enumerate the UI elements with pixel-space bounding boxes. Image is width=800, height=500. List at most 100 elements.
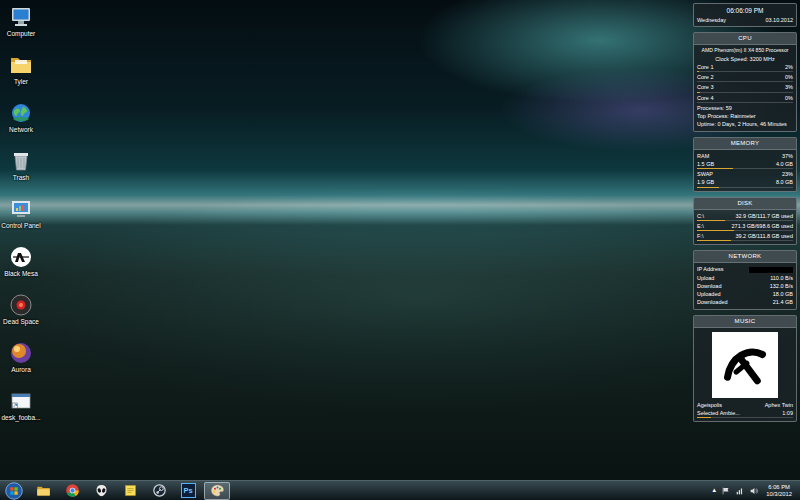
dead-space-icon [9,293,33,317]
desktop-icon-label[interactable]: Dead Space [2,317,40,326]
taskbar-time[interactable]: 6:06 PM [766,484,792,491]
music-progress-fill [697,417,711,418]
network-row: Downloaded21.4 GB [697,298,793,306]
steam-icon [152,483,167,498]
photoshop-icon[interactable]: Ps [181,483,196,498]
album-art [712,332,778,398]
memory-amount-value: 8.0 GB [776,178,793,186]
desktop[interactable]: Computer Tyler Network Trash Control Panel Bl… [0,0,800,500]
memory-bar-fill [697,168,733,169]
network-icon [9,101,33,125]
cpu-widget: CPUAMD Phenom(tm) II X4 850 ProcessorClo… [693,32,797,132]
memory-amount-value: 4.0 GB [776,160,793,168]
widget-title: MEMORY [694,138,796,150]
alien-icon [94,483,109,498]
network-row: Download 132.0 B/s [697,282,793,290]
desktop-icon-label[interactable]: Tyler [13,77,29,86]
desktop-icon-label[interactable]: Aurora [10,365,32,374]
network-row: Upload 110.0 B/s [697,274,793,282]
drive-row-label: F:\ [697,232,703,240]
taskbar-app[interactable] [146,482,172,500]
core-row-label: Core 1 [697,63,714,71]
taskbar-app[interactable] [59,482,85,500]
chrome-icon [65,483,80,498]
memory-row-value: 23% [782,170,793,178]
start-button[interactable] [4,482,24,500]
network-row: Uploaded 18.0 GB [697,290,793,298]
drive-bar [697,230,793,231]
core-row-label: Core 3 [697,83,714,91]
cpu-clock-speed: Clock Speed: 3200 MHz [697,55,793,63]
control-panel-icon [9,197,33,221]
memory-row: RAM37% [697,152,793,160]
taskbar-app[interactable]: Ps [175,482,201,500]
desktop-icon[interactable]: Aurora [0,341,42,387]
desktop-icon-label[interactable]: Black Mesa [3,269,39,278]
core-row: Core 4 0% [697,94,793,102]
core-row-label: Core 4 [697,94,714,102]
network-row-label: Uploaded [697,290,721,298]
memory-bar [697,168,793,169]
core-row-value: 0% [785,94,793,102]
network-row-value: 18.0 GB [773,290,793,298]
taskbar-app[interactable] [204,482,230,500]
memory-row-label: RAM [697,152,709,160]
desktop-icon[interactable]: Black Mesa [0,245,42,291]
widget-title: CPU [694,33,796,45]
desktop-icon[interactable]: Control Panel [0,197,42,243]
network-row-value: 110.0 B/s [770,274,793,282]
drive-bar-fill [697,230,734,231]
desktop-icon-label[interactable]: Network [8,125,34,134]
clock-widget: 06:06:09 PMWednesday03.10.2012 [693,3,797,27]
disk-widget: DISK C:\32.9 GB/111.7 GB used E:\271.3 GB/… [693,197,797,246]
desktop-icon[interactable]: Trash [0,149,42,195]
clock-time: 06:06:09 PM [697,6,793,16]
core-bar [697,71,793,72]
desktop-icon-label[interactable]: desk_fooba... [0,413,41,422]
memory-bar-fill [697,187,719,188]
music-progress [697,417,793,418]
cpu-uptime: Uptime: 0 Days, 2 Hours, 46 Minutes [697,120,793,128]
drive-row: C:\32.9 GB/111.7 GB used [697,212,793,220]
desktop-icon-label[interactable]: Trash [12,173,30,182]
taskbar-app[interactable] [30,482,56,500]
widget-title: DISK [694,198,796,210]
music-album: Selected Ambie...1:09 [697,409,793,417]
computer-icon [9,5,33,29]
drive-row-label: C:\ [697,212,704,220]
desktop-icon[interactable]: Tyler [0,53,42,99]
desktop-icon[interactable]: Network [0,101,42,147]
drive-bar [697,240,793,241]
desktop-icon[interactable]: desk_fooba... [0,389,42,435]
network-row-label: Download [697,282,721,290]
core-bar [697,92,793,93]
taskbar-app[interactable] [117,482,143,500]
desktop-icon-label[interactable]: Computer [6,29,37,38]
rainmeter-widgets: 06:06:09 PMWednesday03.10.2012 CPUAMD Phe… [693,3,797,480]
show-hidden-icons[interactable]: ▲ [711,486,717,495]
paint-icon [210,483,225,498]
taskbar: Ps ▲ 6:06 PM10/3/2012 [0,480,800,500]
network-row-label: Upload [697,274,714,282]
music-track-label: Ageispolis [697,401,722,409]
taskbar-app[interactable] [88,482,114,500]
network-row-value: 132.0 B/s [770,282,793,290]
core-bar-fill [697,71,699,72]
folder-icon [9,53,33,77]
music-album-value: 1:09 [782,409,793,417]
desktop-icon[interactable]: Computer [0,5,42,51]
drive-row: E:\271.3 GB/698.6 GB used [697,222,793,230]
music-widget: MUSICAgeispolisAphex TwinSelected Ambie.… [693,315,797,423]
memory-amount: 1.5 GB4.0 GB [697,160,793,168]
ip-label: IP Address [697,265,724,273]
trash-icon [9,149,33,173]
windows-logo-icon [5,482,23,500]
taskbar-date[interactable]: 10/3/2012 [766,491,792,498]
drive-bar [697,220,793,221]
memory-amount: 1.9 GB8.0 GB [697,178,793,186]
desktop-icon[interactable]: Dead Space [0,293,42,339]
taskbar-clock[interactable]: 6:06 PM10/3/2012 [763,484,795,498]
widget-title: NETWORK [694,251,796,263]
black-mesa-icon [9,245,33,269]
desktop-icon-label[interactable]: Control Panel [0,221,41,230]
